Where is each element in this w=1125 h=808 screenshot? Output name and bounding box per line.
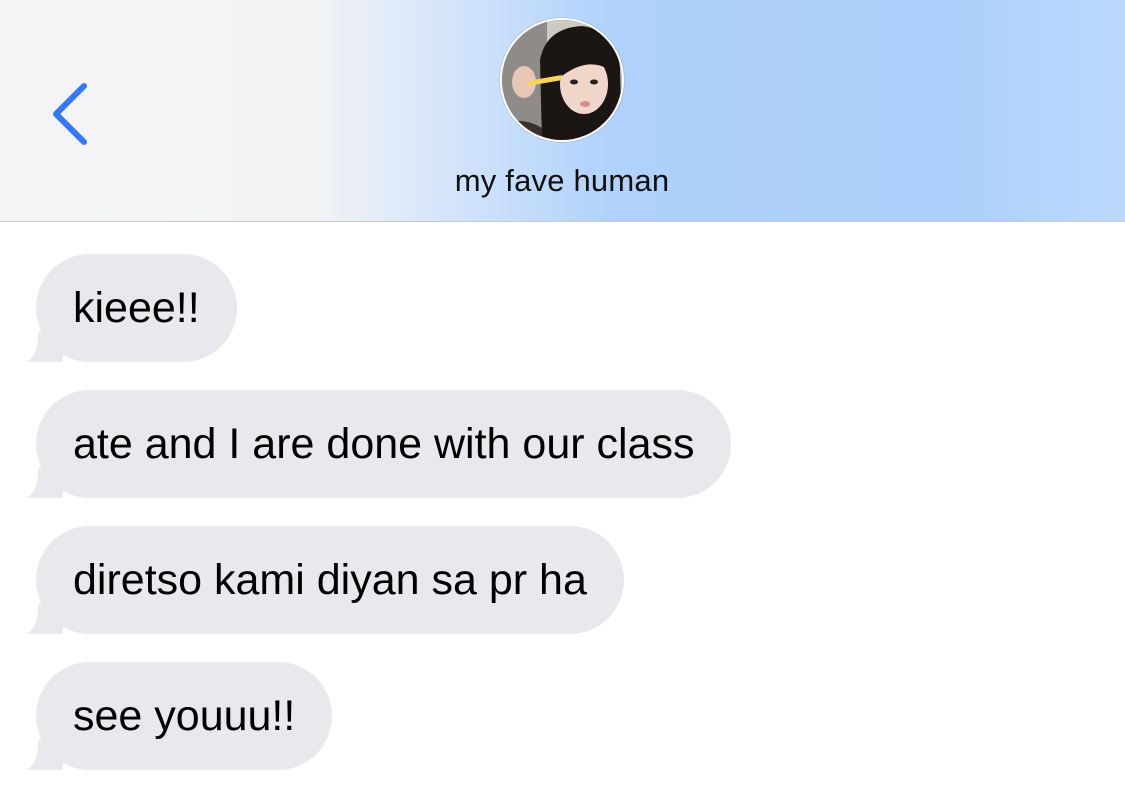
conversation-header: my fave human <box>0 0 1125 222</box>
message-text: ate and I are done with our class <box>73 419 695 468</box>
message-bubble[interactable]: kieee!! <box>27 254 237 362</box>
back-button[interactable] <box>44 78 100 150</box>
message-text: diretso kami diyan sa pr ha <box>73 555 587 604</box>
bubble-tail <box>23 736 63 770</box>
message-bubble[interactable]: see youuu!! <box>27 662 333 770</box>
bubble-tail <box>23 328 63 362</box>
contact-name[interactable]: my fave human <box>362 163 762 199</box>
message-text: see youuu!! <box>73 691 296 740</box>
bubble-tail <box>23 464 63 498</box>
message-bubble[interactable]: ate and I are done with our class <box>27 390 732 498</box>
message-bubble[interactable]: diretso kami diyan sa pr ha <box>27 526 624 634</box>
message-text: kieee!! <box>73 283 200 332</box>
message-thread: kieee!! ate and I are done with our clas… <box>0 222 1125 808</box>
contact-avatar[interactable] <box>500 18 624 142</box>
bubble-tail <box>23 600 63 634</box>
avatar-photo <box>502 20 622 140</box>
chevron-left-icon <box>53 83 87 145</box>
